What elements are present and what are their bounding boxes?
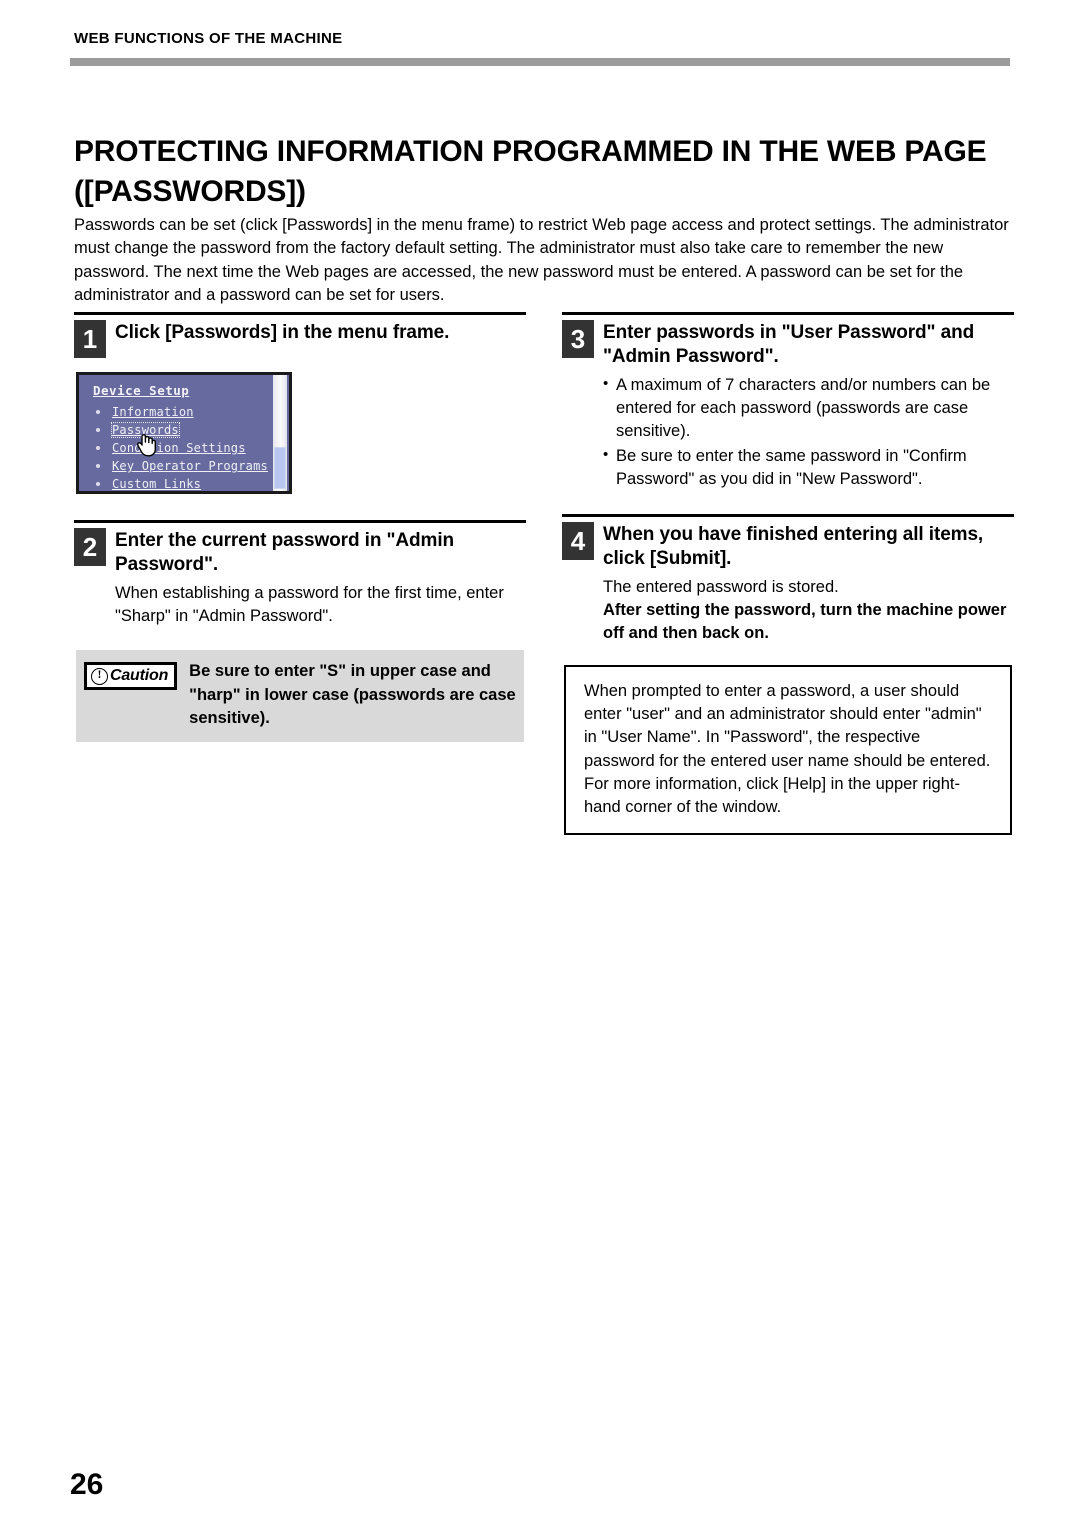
- step-4-number: 4: [562, 521, 594, 560]
- header-divider-rule: [70, 58, 1010, 66]
- note-box: When prompted to enter a password, a use…: [564, 665, 1012, 835]
- left-column: 1 Click [Passwords] in the menu frame. D…: [74, 312, 526, 742]
- step-2-body-text: When establishing a password for the fir…: [115, 584, 504, 626]
- step-2-number: 2: [74, 528, 106, 566]
- menu-item-key-operator-programs[interactable]: Key Operator Programs: [93, 457, 268, 475]
- step-3-rule: [562, 312, 1014, 315]
- caution-text: Be sure to enter "S" in upper case and "…: [189, 662, 516, 727]
- menu-list: Information Passwords Condition Settings: [93, 403, 268, 491]
- bullet-icon: [96, 446, 100, 450]
- list-item: A maximum of 7 characters and/or numbers…: [603, 373, 1014, 443]
- bullet-icon: [96, 410, 100, 414]
- step-1-rule: [74, 312, 526, 315]
- menu-frame: Device Setup Information Passwords Condi…: [79, 375, 289, 491]
- menu-item-passwords[interactable]: Passwords: [93, 421, 268, 439]
- menu-scrollbar[interactable]: [273, 375, 287, 491]
- note-paragraph-2: For more information, click [Help] in th…: [584, 774, 960, 816]
- caution-callout: Caution Be sure to enter "S" in upper ca…: [76, 650, 524, 742]
- menu-heading-device-setup: Device Setup: [93, 383, 190, 398]
- step-1-title: Click [Passwords] in the menu frame.: [115, 322, 450, 343]
- step-1-header: 1 Click [Passwords] in the menu frame.: [74, 320, 526, 358]
- list-item: Be sure to enter the same password in "C…: [603, 444, 1014, 491]
- step-2-title: Enter the current password in "Admin Pas…: [115, 530, 455, 576]
- step-3: 3 Enter passwords in "User Password" and…: [562, 312, 1014, 491]
- intro-text: Passwords can be set (click [Passwords] …: [74, 216, 1009, 305]
- step-4-body-bold: After setting the password, turn the mac…: [603, 601, 1007, 643]
- step-1: 1 Click [Passwords] in the menu frame. D…: [74, 312, 526, 494]
- hand-pointer-cursor: [137, 434, 156, 457]
- page-title: PROTECTING INFORMATION PROGRAMMED IN THE…: [74, 135, 987, 208]
- step-3-title: Enter passwords in "User Password" and "…: [603, 322, 975, 368]
- step-2-body: When establishing a password for the fir…: [115, 582, 526, 628]
- step-4-body-normal: The entered password is stored.: [603, 577, 839, 596]
- step-4-rule: [562, 513, 1014, 517]
- step-4-body: The entered password is stored. After se…: [603, 576, 1014, 645]
- step-4: 4 When you have finished entering all it…: [562, 513, 1014, 835]
- menu-item-label: Information: [112, 405, 194, 419]
- step-3-bullet-list: A maximum of 7 characters and/or numbers…: [603, 373, 1014, 491]
- caution-label: Caution: [110, 667, 169, 685]
- device-setup-menu-screenshot: Device Setup Information Passwords Condi…: [76, 372, 292, 494]
- menu-item-label: Condition Settings: [112, 441, 246, 455]
- bullet-icon: [96, 464, 100, 468]
- step-2-rule: [74, 520, 526, 523]
- exclamation-circle-icon: [91, 667, 108, 685]
- step-3-number: 3: [562, 320, 594, 358]
- step-2-header: 2 Enter the current password in "Admin P…: [74, 528, 526, 577]
- step-3-body: A maximum of 7 characters and/or numbers…: [603, 373, 1014, 491]
- menu-scrollbar-thumb[interactable]: [274, 447, 286, 489]
- menu-item-condition-settings[interactable]: Condition Settings: [93, 439, 268, 457]
- menu-item-custom-links[interactable]: Custom Links: [93, 475, 268, 491]
- running-header: WEB FUNCTIONS OF THE MACHINE: [74, 30, 343, 47]
- menu-item-information[interactable]: Information: [93, 403, 268, 421]
- menu-item-label: Custom Links: [112, 477, 202, 491]
- page-number: 26: [70, 1468, 104, 1501]
- bullet-icon: [96, 482, 100, 486]
- step-2: 2 Enter the current password in "Admin P…: [74, 520, 526, 742]
- step-4-header: 4 When you have finished entering all it…: [562, 521, 1014, 571]
- intro-paragraph: Passwords can be set (click [Passwords] …: [74, 214, 1014, 308]
- step-1-number: 1: [74, 320, 106, 358]
- caution-badge: Caution: [84, 662, 178, 691]
- step-3-header: 3 Enter passwords in "User Password" and…: [562, 320, 1014, 369]
- document-page: WEB FUNCTIONS OF THE MACHINE PROTECTING …: [0, 0, 1080, 1528]
- step-4-title: When you have finished entering all item…: [603, 523, 984, 569]
- right-column: 3 Enter passwords in "User Password" and…: [562, 312, 1014, 835]
- menu-item-label: Key Operator Programs: [112, 459, 268, 473]
- note-paragraph-1: When prompted to enter a password, a use…: [584, 682, 991, 770]
- bullet-icon: [96, 428, 100, 432]
